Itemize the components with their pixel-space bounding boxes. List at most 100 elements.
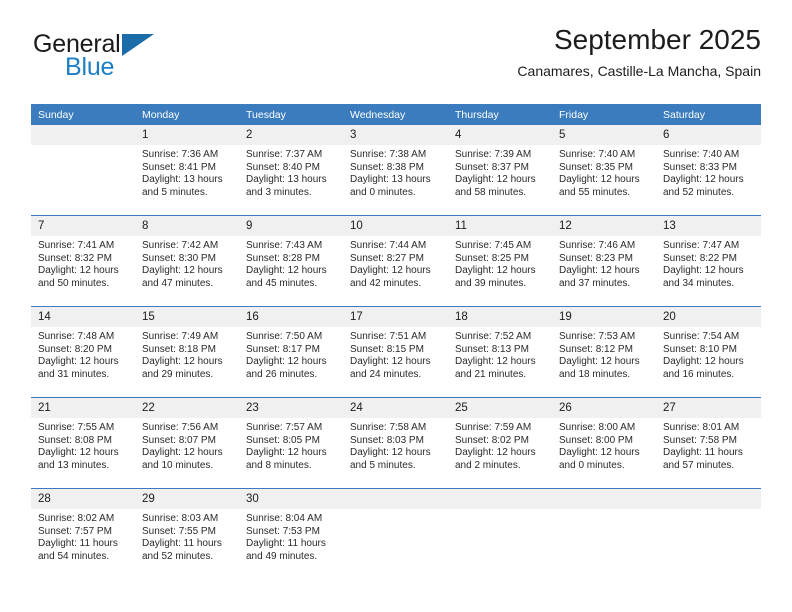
calendar-day-cell[interactable]: 18 Sunrise: 7:52 AM Sunset: 8:13 PM Dayligh… xyxy=(448,306,552,398)
page-subtitle: Canamares, Castille-La Mancha, Spain xyxy=(517,63,761,79)
day-info: Sunrise: 7:48 AM Sunset: 8:20 PM Daylight:… xyxy=(31,327,135,381)
calendar-day-cell[interactable]: 5 Sunrise: 7:40 AM Sunset: 8:35 PM Daylight… xyxy=(552,125,656,216)
calendar-day-cell[interactable]: 9 Sunrise: 7:43 AM Sunset: 8:28 PM Daylight… xyxy=(239,215,343,307)
calendar-day-cell[interactable]: 17 Sunrise: 7:51 AM Sunset: 8:15 PM Dayligh… xyxy=(343,306,448,398)
day-number: 25 xyxy=(448,398,552,418)
calendar-day-cell[interactable]: 30 Sunrise: 8:04 AM Sunset: 7:53 PM Dayligh… xyxy=(239,488,343,579)
calendar-week-row: 14 Sunrise: 7:48 AM Sunset: 8:20 PM Dayligh… xyxy=(31,306,761,398)
daylight-text-line1: Daylight: 12 hours xyxy=(559,356,640,368)
calendar-day-cell[interactable]: 16 Sunrise: 7:50 AM Sunset: 8:17 PM Dayligh… xyxy=(239,306,343,398)
daylight-text-line1: Daylight: 12 hours xyxy=(246,356,327,368)
calendar-day-cell[interactable]: 3 Sunrise: 7:38 AM Sunset: 8:38 PM Daylight… xyxy=(343,125,448,216)
day-info: Sunrise: 7:56 AM Sunset: 8:07 PM Daylight:… xyxy=(135,418,239,472)
day-number: 13 xyxy=(656,216,761,236)
calendar-day-cell-empty xyxy=(343,488,448,579)
calendar-day-cell[interactable]: 25 Sunrise: 7:59 AM Sunset: 8:02 PM Dayligh… xyxy=(448,397,552,489)
calendar-day-cell[interactable]: 13 Sunrise: 7:47 AM Sunset: 8:22 PM Dayligh… xyxy=(656,215,761,307)
calendar-day-cell[interactable]: 22 Sunrise: 7:56 AM Sunset: 8:07 PM Dayligh… xyxy=(135,397,239,489)
calendar-day-cell[interactable]: 20 Sunrise: 7:54 AM Sunset: 8:10 PM Dayligh… xyxy=(656,306,761,398)
day-info: Sunrise: 7:55 AM Sunset: 8:08 PM Daylight:… xyxy=(31,418,135,472)
day-number xyxy=(448,489,552,509)
sunset-text: Sunset: 8:23 PM xyxy=(559,252,633,264)
day-number: 2 xyxy=(239,125,343,145)
calendar-day-cell[interactable]: 15 Sunrise: 7:49 AM Sunset: 8:18 PM Dayligh… xyxy=(135,306,239,398)
sunset-text: Sunset: 8:22 PM xyxy=(663,252,737,264)
calendar-day-cell[interactable]: 6 Sunrise: 7:40 AM Sunset: 8:33 PM Daylight… xyxy=(656,125,761,216)
daylight-text-line2: and 0 minutes. xyxy=(559,459,625,471)
sunset-text: Sunset: 8:38 PM xyxy=(350,161,424,173)
page-title: September 2025 xyxy=(553,24,761,55)
daylight-text-line2: and 52 minutes. xyxy=(142,550,214,562)
daylight-text-line2: and 26 minutes. xyxy=(246,368,318,380)
daylight-text-line1: Daylight: 12 hours xyxy=(246,447,327,459)
calendar-day-cell[interactable]: 4 Sunrise: 7:39 AM Sunset: 8:37 PM Daylight… xyxy=(448,125,552,216)
calendar-day-cell[interactable]: 2 Sunrise: 7:37 AM Sunset: 8:40 PM Daylight… xyxy=(239,125,343,216)
calendar-day-cell[interactable]: 28 Sunrise: 8:02 AM Sunset: 7:57 PM Dayligh… xyxy=(31,488,135,579)
calendar-day-cell[interactable]: 8 Sunrise: 7:42 AM Sunset: 8:30 PM Daylight… xyxy=(135,215,239,307)
day-number: 11 xyxy=(448,216,552,236)
calendar-day-cell[interactable]: 24 Sunrise: 7:58 AM Sunset: 8:03 PM Dayligh… xyxy=(343,397,448,489)
daylight-text-line1: Daylight: 12 hours xyxy=(663,356,744,368)
calendar-day-cell[interactable]: 26 Sunrise: 8:00 AM Sunset: 8:00 PM Dayligh… xyxy=(552,397,656,489)
calendar-week-row: 1 Sunrise: 7:36 AM Sunset: 8:41 PM Daylight… xyxy=(31,125,761,216)
daylight-text-line2: and 37 minutes. xyxy=(559,277,631,289)
sunrise-text: Sunrise: 8:01 AM xyxy=(663,422,740,433)
day-info: Sunrise: 7:50 AM Sunset: 8:17 PM Daylight:… xyxy=(239,327,343,381)
weekday-header-saturday: Saturday xyxy=(656,104,761,125)
day-number: 16 xyxy=(239,307,343,327)
sunset-text: Sunset: 8:25 PM xyxy=(455,252,529,264)
daylight-text-line2: and 13 minutes. xyxy=(38,459,110,471)
calendar-day-cell[interactable]: 10 Sunrise: 7:44 AM Sunset: 8:27 PM Dayligh… xyxy=(343,215,448,307)
calendar-day-cell[interactable]: 29 Sunrise: 8:03 AM Sunset: 7:55 PM Dayligh… xyxy=(135,488,239,579)
sunrise-text: Sunrise: 7:47 AM xyxy=(663,240,740,251)
day-number: 22 xyxy=(135,398,239,418)
sunrise-text: Sunrise: 7:43 AM xyxy=(246,240,323,251)
daylight-text-line1: Daylight: 12 hours xyxy=(142,265,223,277)
day-info: Sunrise: 7:47 AM Sunset: 8:22 PM Daylight:… xyxy=(656,236,761,290)
brand-logo[interactable]: General Blue xyxy=(31,30,231,88)
sunset-text: Sunset: 8:41 PM xyxy=(142,161,216,173)
daylight-text-line1: Daylight: 11 hours xyxy=(38,538,118,550)
daylight-text-line1: Daylight: 12 hours xyxy=(142,356,223,368)
calendar-day-cell[interactable]: 1 Sunrise: 7:36 AM Sunset: 8:41 PM Daylight… xyxy=(135,125,239,216)
sunrise-text: Sunrise: 7:51 AM xyxy=(350,331,427,342)
day-info: Sunrise: 7:40 AM Sunset: 8:33 PM Daylight:… xyxy=(656,145,761,199)
calendar-day-cell[interactable]: 7 Sunrise: 7:41 AM Sunset: 8:32 PM Daylight… xyxy=(31,215,135,307)
day-info: Sunrise: 7:39 AM Sunset: 8:37 PM Daylight:… xyxy=(448,145,552,199)
day-info: Sunrise: 7:59 AM Sunset: 8:02 PM Daylight:… xyxy=(448,418,552,472)
daylight-text-line2: and 31 minutes. xyxy=(38,368,110,380)
calendar-grid: Sunday Monday Tuesday Wednesday Thursday… xyxy=(31,104,761,579)
daylight-text-line2: and 5 minutes. xyxy=(350,459,416,471)
daylight-text-line1: Daylight: 12 hours xyxy=(455,174,536,186)
weekday-header-monday: Monday xyxy=(135,104,239,125)
day-number: 10 xyxy=(343,216,448,236)
day-number xyxy=(552,489,656,509)
page-header: General Blue September 2025 Canamares, C… xyxy=(31,22,761,98)
day-info: Sunrise: 7:43 AM Sunset: 8:28 PM Daylight:… xyxy=(239,236,343,290)
calendar-day-cell[interactable]: 12 Sunrise: 7:46 AM Sunset: 8:23 PM Dayligh… xyxy=(552,215,656,307)
sunrise-text: Sunrise: 7:58 AM xyxy=(350,422,427,433)
sunset-text: Sunset: 8:13 PM xyxy=(455,343,529,355)
calendar-day-cell[interactable]: 27 Sunrise: 8:01 AM Sunset: 7:58 PM Dayligh… xyxy=(656,397,761,489)
sunrise-text: Sunrise: 7:55 AM xyxy=(38,422,115,433)
day-info: Sunrise: 7:54 AM Sunset: 8:10 PM Daylight:… xyxy=(656,327,761,381)
title-block: September 2025 Canamares, Castille-La Ma… xyxy=(517,22,761,81)
calendar-day-cell[interactable]: 23 Sunrise: 7:57 AM Sunset: 8:05 PM Dayligh… xyxy=(239,397,343,489)
day-number: 29 xyxy=(135,489,239,509)
calendar-day-cell[interactable]: 11 Sunrise: 7:45 AM Sunset: 8:25 PM Dayligh… xyxy=(448,215,552,307)
calendar-day-cell[interactable]: 14 Sunrise: 7:48 AM Sunset: 8:20 PM Dayligh… xyxy=(31,306,135,398)
sunrise-text: Sunrise: 7:40 AM xyxy=(663,149,740,160)
weekday-header-friday: Friday xyxy=(552,104,656,125)
day-info: Sunrise: 7:53 AM Sunset: 8:12 PM Daylight:… xyxy=(552,327,656,381)
sunrise-text: Sunrise: 7:44 AM xyxy=(350,240,427,251)
daylight-text-line2: and 21 minutes. xyxy=(455,368,527,380)
sunrise-text: Sunrise: 7:45 AM xyxy=(455,240,532,251)
day-number: 21 xyxy=(31,398,135,418)
calendar-day-cell[interactable]: 21 Sunrise: 7:55 AM Sunset: 8:08 PM Dayligh… xyxy=(31,397,135,489)
sunrise-text: Sunrise: 7:50 AM xyxy=(246,331,323,342)
weekday-header-wednesday: Wednesday xyxy=(343,104,448,125)
sunset-text: Sunset: 8:17 PM xyxy=(246,343,320,355)
sunrise-text: Sunrise: 7:57 AM xyxy=(246,422,323,433)
daylight-text-line2: and 16 minutes. xyxy=(663,368,735,380)
calendar-day-cell[interactable]: 19 Sunrise: 7:53 AM Sunset: 8:12 PM Dayligh… xyxy=(552,306,656,398)
